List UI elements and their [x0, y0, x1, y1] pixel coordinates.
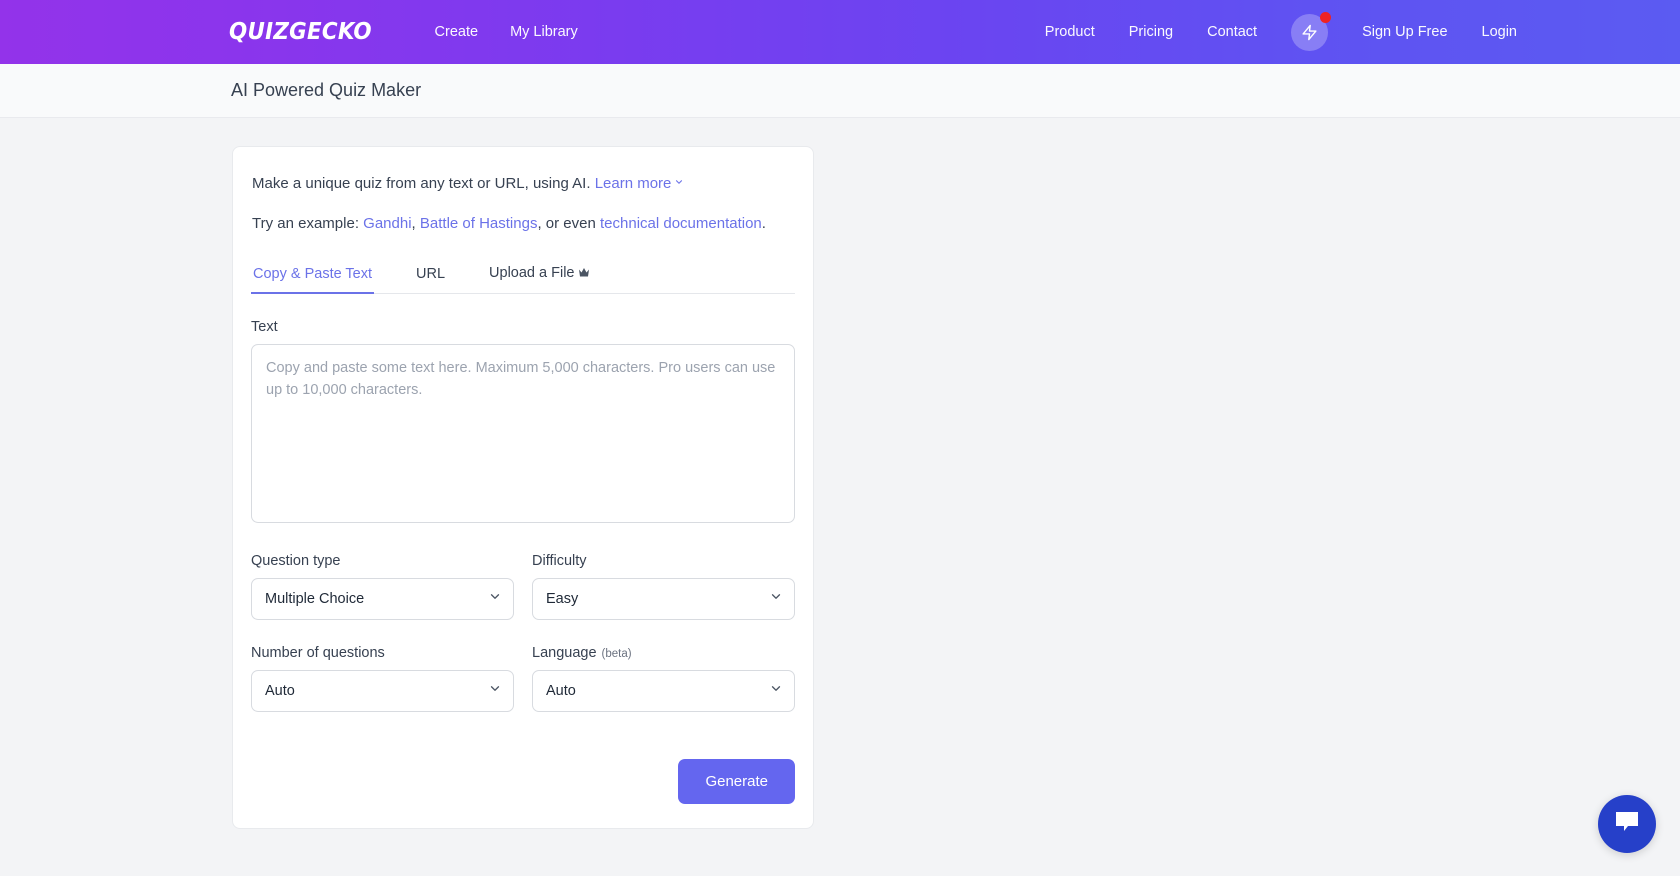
- question-type-select[interactable]: Multiple Choice: [251, 578, 514, 620]
- language-group: Language (beta) Auto: [532, 620, 795, 712]
- example-prefix: Try an example:: [252, 214, 359, 232]
- learn-more-label: Learn more: [594, 175, 672, 192]
- number-of-questions-select-wrap: Auto: [251, 670, 514, 712]
- quizgecko-logo[interactable]: QUIZGECKO: [229, 19, 372, 45]
- language-label: Language (beta): [532, 645, 795, 661]
- nav-link-product[interactable]: Product: [1045, 24, 1095, 40]
- difficulty-select[interactable]: Easy: [532, 578, 795, 620]
- example-link-battle-of-hastings[interactable]: Battle of Hastings: [420, 215, 538, 232]
- card-actions: Generate: [251, 759, 795, 804]
- tab-upload-a-file-label: Upload a File: [489, 265, 575, 281]
- quiz-maker-card: Make a unique quiz from any text or URL,…: [232, 146, 814, 829]
- difficulty-select-wrap: Easy: [532, 578, 795, 620]
- navbar-right-group: Product Pricing Contact Sign Up Free Log…: [1045, 11, 1517, 51]
- number-of-questions-label: Number of questions: [251, 645, 385, 661]
- nav-link-pricing[interactable]: Pricing: [1129, 24, 1173, 40]
- difficulty-label: Difficulty: [532, 553, 587, 569]
- page-title: AI Powered Quiz Maker: [231, 80, 422, 100]
- top-navbar: QUIZGECKO Create My Library Product Pric…: [0, 0, 1680, 64]
- tab-copy-paste-text-label: Copy & Paste Text: [253, 266, 373, 282]
- example-separator-1: ,: [411, 214, 416, 232]
- language-select-wrap: Auto: [532, 670, 795, 712]
- nav-link-contact[interactable]: Contact: [1207, 24, 1257, 40]
- number-of-questions-value: Auto: [265, 683, 295, 699]
- language-beta-tag: (beta): [601, 648, 632, 660]
- question-type-label: Question type: [251, 553, 341, 569]
- nav-link-login[interactable]: Login: [1482, 24, 1517, 40]
- example-separator-2: , or even: [537, 214, 596, 232]
- lightning-bolt-icon: [1301, 23, 1318, 42]
- number-of-questions-group: Number of questions Auto: [251, 620, 514, 712]
- example-description: Try an example: Gandhi, Battle of Hastin…: [251, 213, 795, 236]
- language-select[interactable]: Auto: [532, 670, 795, 712]
- input-mode-tabs: Copy & Paste Text URL Upload a File: [251, 260, 795, 294]
- main-content: Make a unique quiz from any text or URL,…: [0, 118, 1680, 875]
- tab-copy-paste-text[interactable]: Copy & Paste Text: [251, 262, 375, 294]
- text-field-label: Text: [251, 319, 278, 335]
- language-label-text: Language: [532, 645, 597, 661]
- crown-icon: [578, 266, 590, 282]
- options-grid-row-1: Question type Multiple Choice Difficulty…: [251, 528, 795, 620]
- text-input[interactable]: [251, 344, 795, 523]
- example-link-technical-documentation[interactable]: technical documentation: [600, 215, 762, 232]
- generate-button[interactable]: Generate: [678, 759, 795, 804]
- chat-widget-button[interactable]: [1598, 795, 1656, 853]
- nav-link-my-library[interactable]: My Library: [510, 24, 578, 40]
- tab-url[interactable]: URL: [414, 262, 447, 294]
- nav-link-create[interactable]: Create: [435, 24, 479, 40]
- tab-url-label: URL: [416, 266, 446, 282]
- lightning-bolt-button[interactable]: [1291, 11, 1332, 51]
- learn-more-link[interactable]: Learn more: [595, 175, 685, 192]
- navbar-left-group: QUIZGECKO Create My Library: [229, 19, 578, 45]
- chevron-down-icon: [674, 172, 684, 195]
- number-of-questions-select[interactable]: Auto: [251, 670, 514, 712]
- question-type-group: Question type Multiple Choice: [251, 528, 514, 620]
- example-suffix: .: [761, 214, 766, 232]
- intro-description: Make a unique quiz from any text or URL,…: [251, 172, 795, 196]
- example-link-gandhi[interactable]: Gandhi: [363, 215, 411, 232]
- difficulty-value: Easy: [546, 591, 579, 607]
- question-type-select-wrap: Multiple Choice: [251, 578, 514, 620]
- question-type-value: Multiple Choice: [265, 591, 365, 607]
- tab-upload-a-file[interactable]: Upload a File: [487, 261, 592, 294]
- nav-link-sign-up-free[interactable]: Sign Up Free: [1362, 24, 1447, 40]
- chat-bubble-icon: [1614, 810, 1640, 839]
- notification-dot-icon: [1320, 11, 1332, 23]
- options-grid-row-2: Number of questions Auto Language (beta)…: [251, 620, 795, 712]
- intro-text: Make a unique quiz from any text or URL,…: [252, 175, 591, 192]
- difficulty-group: Difficulty Easy: [532, 528, 795, 620]
- language-value: Auto: [546, 683, 576, 699]
- page-header-bar: AI Powered Quiz Maker: [0, 64, 1680, 118]
